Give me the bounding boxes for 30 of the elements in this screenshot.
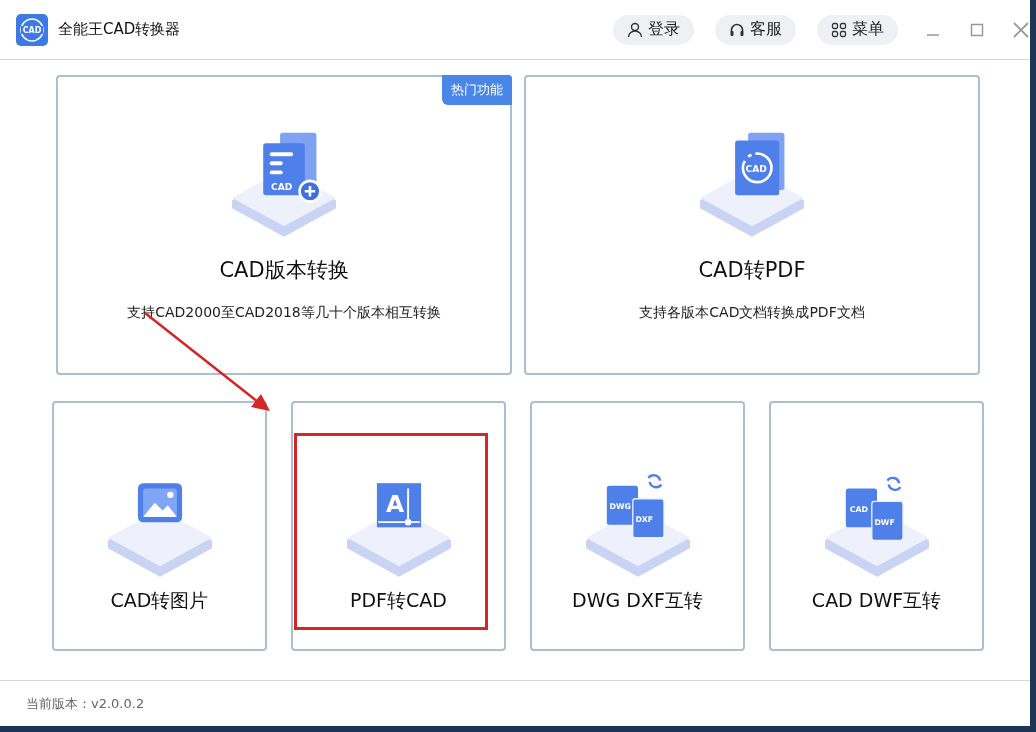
card-description: 支持各版本CAD文档转换成PDF文档 [639, 304, 865, 322]
document-cycle-icon [700, 132, 804, 237]
header-button[interactable]: 客服 [715, 14, 796, 45]
headset-icon [729, 21, 745, 38]
window-title: 全能王CAD转换器 [58, 20, 182, 39]
card-title: CAD DWF互转 [811, 588, 942, 613]
feature-card[interactable]: CAD转图片 [52, 401, 267, 651]
two-files-sync-icon [585, 474, 690, 577]
document-plus-icon [232, 132, 336, 237]
feature-card[interactable]: CAD CAD转PDF 支持各版本CAD文档转换成PDF文档 [524, 75, 980, 375]
icon-label: A [385, 489, 404, 518]
grid-icon [831, 21, 847, 38]
text-cursor-icon [346, 483, 451, 577]
icon-label: CAD [745, 163, 767, 174]
logo-label: CAD [22, 25, 42, 35]
version-label: 当前版本：v2.0.0.2 [26, 694, 145, 713]
card-title: PDF转CAD [350, 588, 447, 613]
hot-badge: 热门功能 [442, 75, 512, 105]
feature-card[interactable]: A PDF转CAD [291, 401, 506, 651]
icon-label: CAD [271, 181, 293, 192]
image-icon [107, 483, 212, 577]
header-button[interactable]: 菜单 [817, 14, 898, 45]
close-icon[interactable] [1012, 20, 1030, 39]
two-files-sync-icon [824, 476, 929, 577]
header-button[interactable]: 登录 [613, 14, 694, 45]
card-title: DWG DXF互转 [572, 588, 703, 613]
card-title: CAD转PDF [698, 257, 806, 284]
card-title: CAD版本转换 [219, 257, 349, 284]
user-icon [627, 21, 643, 38]
card-title: CAD转图片 [110, 588, 209, 613]
